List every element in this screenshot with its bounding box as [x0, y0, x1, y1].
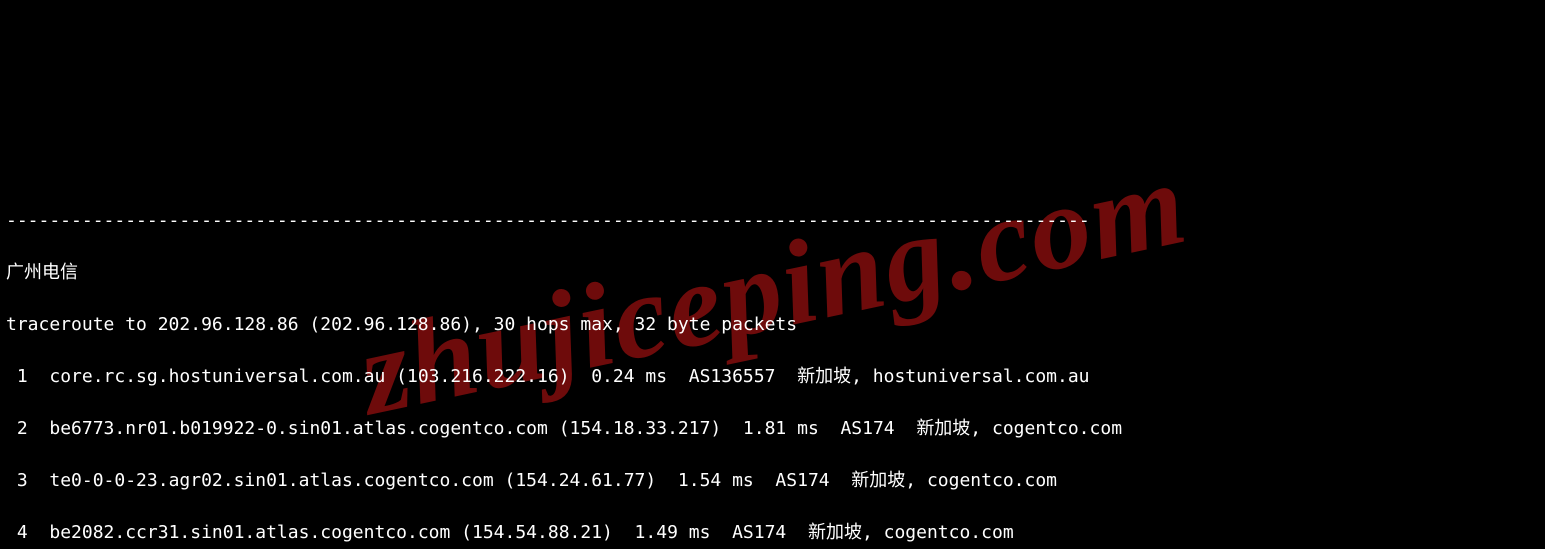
trace-title: 广州电信 — [6, 260, 1539, 286]
hop-number: 3 — [6, 468, 28, 494]
trace-header: traceroute to 202.96.128.86 (202.96.128.… — [6, 312, 1539, 338]
hop-row: 1 core.rc.sg.hostuniversal.com.au (103.2… — [6, 364, 1539, 390]
hop-row: 2 be6773.nr01.b019922-0.sin01.atlas.coge… — [6, 416, 1539, 442]
dash-line: ----------------------------------------… — [6, 208, 1539, 234]
hop-detail: te0-0-0-23.agr02.sin01.atlas.cogentco.co… — [49, 470, 1057, 491]
hop-detail: be2082.ccr31.sin01.atlas.cogentco.com (1… — [49, 522, 1013, 543]
hop-number: 1 — [6, 364, 28, 390]
hop-number: 4 — [6, 520, 28, 546]
terminal-output: ----------------------------------------… — [0, 182, 1545, 549]
hop-row: 4 be2082.ccr31.sin01.atlas.cogentco.com … — [6, 520, 1539, 546]
hop-row: 3 te0-0-0-23.agr02.sin01.atlas.cogentco.… — [6, 468, 1539, 494]
hop-number: 2 — [6, 416, 28, 442]
hop-detail: core.rc.sg.hostuniversal.com.au (103.216… — [49, 366, 1089, 387]
hop-detail: be6773.nr01.b019922-0.sin01.atlas.cogent… — [49, 418, 1122, 439]
